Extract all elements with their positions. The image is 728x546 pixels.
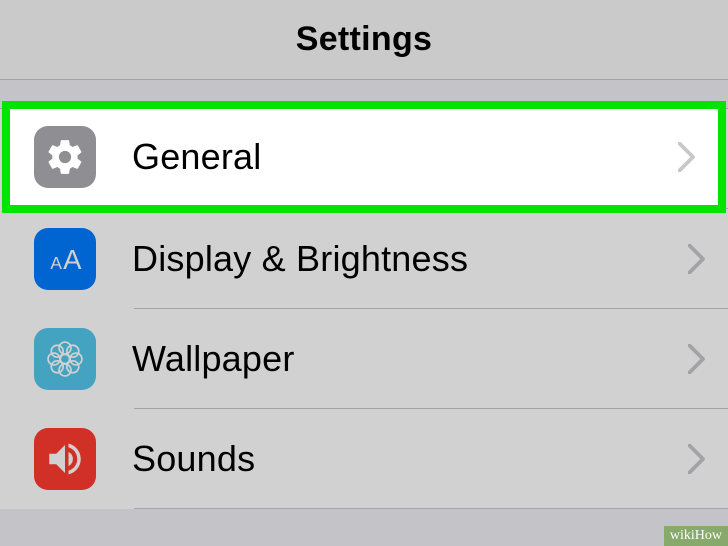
row-label: Wallpaper	[132, 338, 688, 380]
chevron-right-icon	[688, 344, 706, 374]
chevron-right-icon	[688, 444, 706, 474]
svg-text:A: A	[50, 253, 62, 273]
chevron-right-icon	[688, 244, 706, 274]
row-label: Display & Brightness	[132, 238, 688, 280]
section-spacer	[0, 80, 728, 108]
row-label: Sounds	[132, 438, 688, 480]
speaker-icon	[34, 428, 96, 490]
text-size-icon: AA	[34, 228, 96, 290]
watermark: wikiHow	[664, 526, 728, 546]
settings-row-general[interactable]: General	[0, 109, 728, 209]
flower-icon	[34, 328, 96, 390]
svg-text:A: A	[63, 244, 82, 275]
page-title: Settings	[296, 20, 433, 59]
row-label: General	[132, 138, 688, 180]
settings-row-display[interactable]: AA Display & Brightness	[0, 209, 728, 309]
settings-list: General AA Display & Brightness Wallpape…	[0, 108, 728, 509]
settings-row-wallpaper[interactable]: Wallpaper	[0, 309, 728, 409]
gear-icon	[34, 128, 96, 190]
chevron-right-icon	[688, 144, 706, 174]
header: Settings	[0, 0, 728, 80]
settings-row-sounds[interactable]: Sounds	[0, 409, 728, 509]
